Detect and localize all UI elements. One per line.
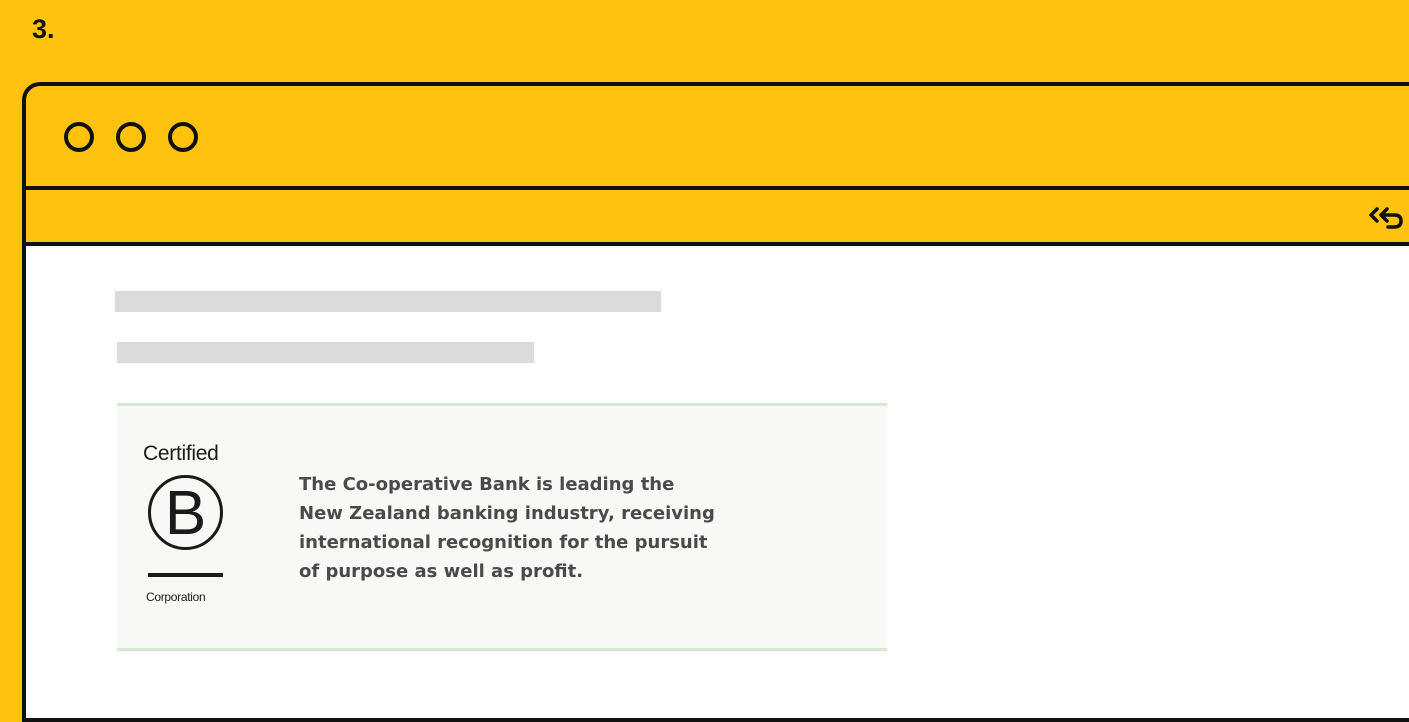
- window-controls: [64, 122, 198, 152]
- browser-toolbar: [26, 190, 1409, 246]
- promo-description: The Co-operative Bank is leading the New…: [299, 474, 715, 582]
- step-number: 3.: [32, 14, 55, 44]
- bcorp-corporation-label: Corporation: [146, 590, 206, 604]
- text-placeholder-line: [115, 291, 661, 312]
- minimize-window-button[interactable]: [116, 122, 146, 152]
- bcorp-letter: B: [164, 479, 207, 548]
- maximize-window-button[interactable]: [168, 122, 198, 152]
- bcorp-promo-card: Certified B Corporation The Co-operative…: [117, 403, 887, 651]
- window-titlebar: [26, 86, 1409, 190]
- share-back-icon[interactable]: [1368, 200, 1404, 230]
- close-window-button[interactable]: [64, 122, 94, 152]
- bcorp-logo: Certified B Corporation: [143, 442, 253, 624]
- bcorp-divider: [148, 573, 223, 577]
- browser-window: Certified B Corporation The Co-operative…: [22, 82, 1409, 722]
- page-content: Certified B Corporation The Co-operative…: [26, 246, 1409, 718]
- bcorp-certified-label: Certified: [143, 442, 219, 465]
- bcorp-circle-icon: B: [148, 475, 223, 550]
- text-placeholder-line: [117, 342, 534, 363]
